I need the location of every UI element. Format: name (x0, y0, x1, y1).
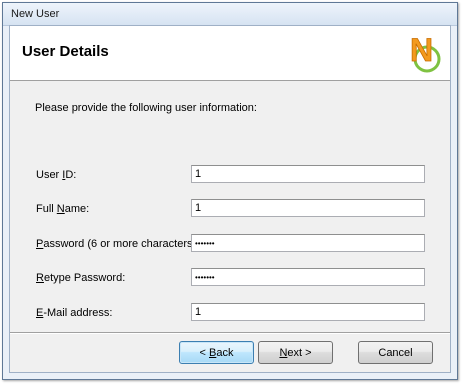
logo-letter: N (410, 32, 433, 68)
email-label: E-Mail address: (36, 307, 113, 319)
new-user-window: New User User Details N Please provide t… (2, 2, 458, 380)
user-id-input[interactable] (191, 165, 425, 183)
full-name-label: Full Name: (36, 203, 90, 215)
next-button[interactable]: Next > (258, 341, 333, 364)
button-separator (10, 332, 450, 334)
retype-password-input[interactable] (191, 268, 425, 286)
email-input[interactable] (191, 303, 425, 321)
page-title: User Details (22, 43, 109, 60)
retype-password-label: Retype Password: (36, 272, 126, 284)
intro-text: Please provide the following user inform… (35, 102, 257, 114)
password-label: Password (6 or more characters): (36, 238, 200, 250)
wizard-header: User Details N (10, 26, 450, 81)
form-area: Please provide the following user inform… (10, 81, 450, 331)
full-name-input[interactable] (191, 199, 425, 217)
app-logo-icon: N (410, 32, 441, 73)
wizard-client-area: User Details N Please provide the follow… (9, 25, 451, 373)
user-id-label: User ID: (36, 169, 77, 181)
title-bar[interactable]: New User (3, 3, 457, 26)
password-input[interactable] (191, 234, 425, 252)
window-title: New User (11, 8, 60, 20)
back-button[interactable]: < Back (179, 341, 254, 364)
cancel-button[interactable]: Cancel (358, 341, 433, 364)
